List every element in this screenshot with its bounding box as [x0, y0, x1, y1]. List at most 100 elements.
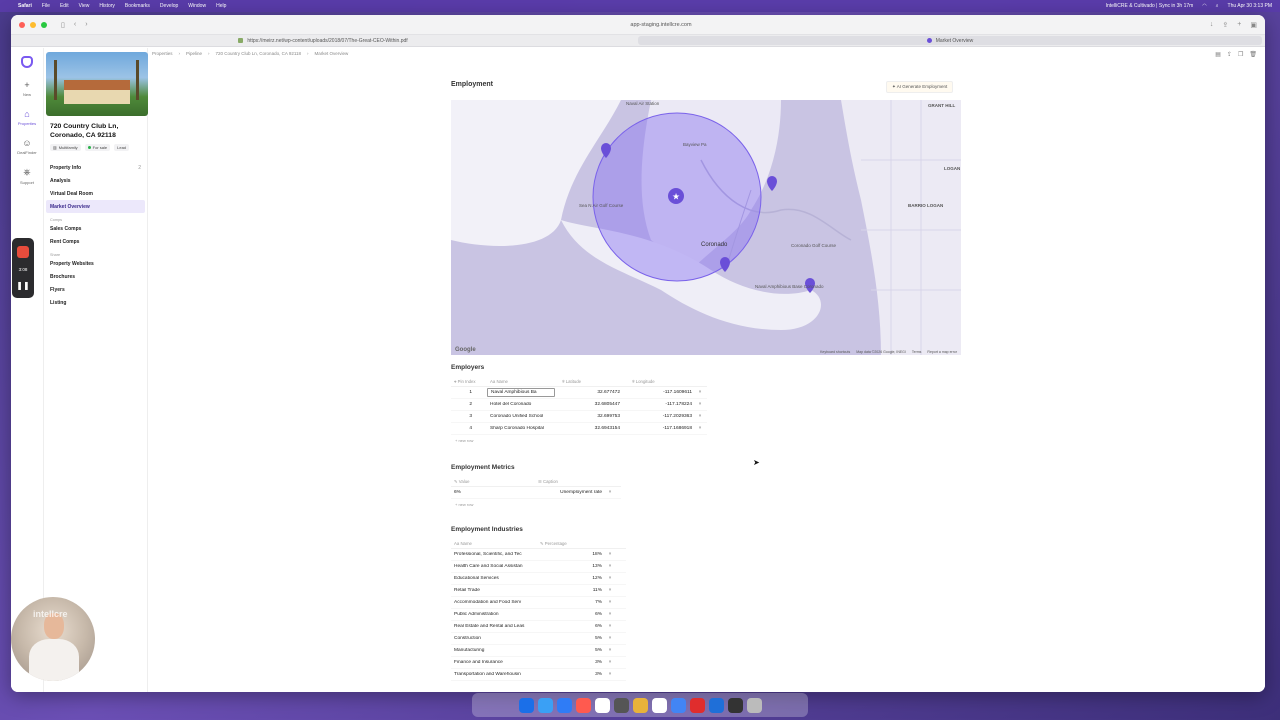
search-icon[interactable]: ⌕	[1216, 3, 1219, 9]
zoom-window-button[interactable]	[41, 21, 47, 28]
table-row[interactable]: Retail Trade 11% ×	[451, 585, 626, 597]
delete-row-icon[interactable]: ×	[605, 636, 615, 641]
dock-app-icon[interactable]	[689, 697, 705, 713]
dock-app-icon[interactable]	[556, 697, 572, 713]
table-row[interactable]: 3 Coronado Unified School 32.699753 -117…	[451, 411, 707, 423]
metrics-new-row-button[interactable]: + new row	[451, 502, 621, 507]
app-logo-icon[interactable]	[21, 56, 33, 68]
industry-percentage[interactable]: 7%	[537, 600, 605, 605]
dock-app-icon[interactable]	[575, 697, 591, 713]
address-bar[interactable]: app-staging.intellcre.com	[531, 19, 791, 31]
industry-name[interactable]: Accommodation and Food Serv	[451, 600, 537, 605]
table-row[interactable]: 6% Unemployment rate ×	[451, 487, 621, 499]
table-row[interactable]: Public Administration 6% ×	[451, 609, 626, 621]
industry-percentage[interactable]: 5%	[537, 648, 605, 653]
industry-percentage[interactable]: 11%	[537, 588, 605, 593]
industry-percentage[interactable]: 3%	[537, 660, 605, 665]
document-icon[interactable]: ▤	[1215, 51, 1221, 58]
menu-window[interactable]: Window	[188, 3, 206, 9]
sync-status[interactable]: IntelliCRE & Cultivado | Sync in 3h 17m	[1106, 3, 1194, 9]
industry-percentage[interactable]: 6%	[537, 612, 605, 617]
pause-icon[interactable]: ❚❚	[16, 281, 29, 290]
industry-name[interactable]: Educational Services	[451, 576, 537, 581]
nav-virtual-deal-room[interactable]: Virtual Deal Room	[46, 187, 145, 200]
delete-row-icon[interactable]: ×	[605, 588, 615, 593]
rail-new[interactable]: + New	[23, 80, 31, 97]
copy-icon[interactable]: ❐	[1238, 51, 1243, 58]
rail-dealfinder[interactable]: ☺ DealFinder	[17, 138, 37, 155]
dock-app-icon[interactable]	[537, 697, 553, 713]
breadcrumb-properties[interactable]: Properties	[152, 51, 173, 56]
nav-listing[interactable]: Listing	[46, 296, 145, 309]
menu-edit[interactable]: Edit	[60, 3, 69, 9]
delete-row-icon[interactable]: ×	[605, 672, 615, 677]
nav-analysis[interactable]: Analysis	[46, 174, 145, 187]
dock-app-icon[interactable]	[594, 697, 610, 713]
menu-bookmarks[interactable]: Bookmarks	[125, 3, 150, 9]
delete-row-icon[interactable]: ×	[605, 648, 615, 653]
table-row[interactable]: Educational Services 12% ×	[451, 573, 626, 585]
industry-name[interactable]: Public Administration	[451, 612, 537, 617]
share-icon[interactable]: ⇪	[1222, 21, 1228, 29]
webcam-overlay[interactable]: intellcre	[11, 597, 95, 681]
map-canvas[interactable]: ★ Naval Air Station Bayview Pa Sea N Air…	[451, 100, 961, 355]
delete-row-icon[interactable]: ×	[605, 564, 615, 569]
nav-property-websites[interactable]: Property Websites	[46, 257, 145, 270]
delete-row-icon[interactable]: ×	[605, 660, 615, 665]
dock-app-icon[interactable]	[708, 697, 724, 713]
column-longitude[interactable]: ⌾ Longitude	[629, 379, 697, 384]
industry-name[interactable]: Professional, Scientific, and Tec	[451, 552, 537, 557]
menu-history[interactable]: History	[99, 3, 115, 9]
menu-app-name[interactable]: Safari	[18, 3, 32, 9]
rail-properties[interactable]: ⌂ Properties	[18, 109, 36, 126]
employment-map[interactable]: ★ Naval Air Station Bayview Pa Sea N Air…	[451, 100, 961, 355]
sidebar-toggle-icon[interactable]: ▯	[61, 21, 65, 29]
back-icon[interactable]: ‹	[74, 21, 76, 29]
industry-name[interactable]: Real Estate and Rental and Leas	[451, 624, 537, 629]
tab-market-overview[interactable]: Market Overview	[638, 36, 1262, 45]
map-terms[interactable]: Terms	[912, 350, 922, 354]
column-latitude[interactable]: ⌾ Latitude	[559, 379, 629, 384]
new-tab-icon[interactable]: +	[1237, 21, 1241, 29]
nav-sales-comps[interactable]: Sales Comps	[46, 222, 145, 235]
close-window-button[interactable]	[19, 21, 25, 28]
table-row[interactable]: Manufacturing 5% ×	[451, 645, 626, 657]
column-caption[interactable]: ☰ Caption	[535, 479, 615, 485]
industry-name[interactable]: Construction	[451, 636, 537, 641]
employer-name-input[interactable]: Naval Amphibious Ba	[487, 388, 555, 397]
menu-develop[interactable]: Develop	[160, 3, 178, 9]
table-row[interactable]: Transportation and Warehousin 3% ×	[451, 669, 626, 681]
industry-name[interactable]: Retail Trade	[451, 588, 537, 593]
rail-support[interactable]: ⎈ Support	[20, 167, 34, 185]
table-row[interactable]: Health Care and Social Assistan 13% ×	[451, 561, 626, 573]
column-pin-index[interactable]: ⌖ Pin Index	[451, 379, 487, 384]
column-percentage[interactable]: ✎ Percentage	[537, 541, 617, 547]
table-row[interactable]: 2 Hotel del Coronado 32.6805447 -117.178…	[451, 399, 707, 411]
dock-app-icon[interactable]	[518, 697, 534, 713]
export-icon[interactable]: ⇪	[1227, 51, 1232, 58]
minimize-window-button[interactable]	[30, 21, 36, 28]
industry-percentage[interactable]: 3%	[537, 672, 605, 677]
dock-app-icon[interactable]	[727, 697, 743, 713]
industry-percentage[interactable]: 18%	[537, 552, 605, 557]
industry-name[interactable]: Health Care and Social Assistan	[451, 564, 537, 569]
menu-view[interactable]: View	[79, 3, 90, 9]
table-row[interactable]: 1 Naval Amphibious Ba 32.677472 -117.160…	[451, 387, 707, 399]
nav-property-info[interactable]: Property Info 2	[46, 161, 145, 174]
breadcrumb-property[interactable]: 720 Country Club Ln, Coronado, CA 92118	[216, 51, 301, 56]
stop-recording-button[interactable]	[17, 245, 29, 258]
delete-row-icon[interactable]: ×	[605, 600, 615, 605]
delete-row-icon[interactable]: ×	[605, 612, 615, 617]
menu-help[interactable]: Help	[216, 3, 226, 9]
tab-overview-icon[interactable]: ▣	[1250, 21, 1257, 29]
delete-row-icon[interactable]: ×	[695, 414, 705, 419]
delete-row-icon[interactable]: ×	[695, 390, 705, 395]
breadcrumb-pipeline[interactable]: Pipeline	[186, 51, 202, 56]
trash-icon[interactable]: 🗑	[1249, 51, 1257, 58]
nav-brochures[interactable]: Brochures	[46, 270, 145, 283]
delete-row-icon[interactable]: ×	[695, 402, 705, 407]
table-row[interactable]: Professional, Scientific, and Tec 18% ×	[451, 549, 626, 561]
ai-generate-employment-button[interactable]: ✦ AI Generate Employment	[886, 81, 954, 93]
industry-percentage[interactable]: 12%	[537, 576, 605, 581]
table-row[interactable]: Construction 5% ×	[451, 633, 626, 645]
